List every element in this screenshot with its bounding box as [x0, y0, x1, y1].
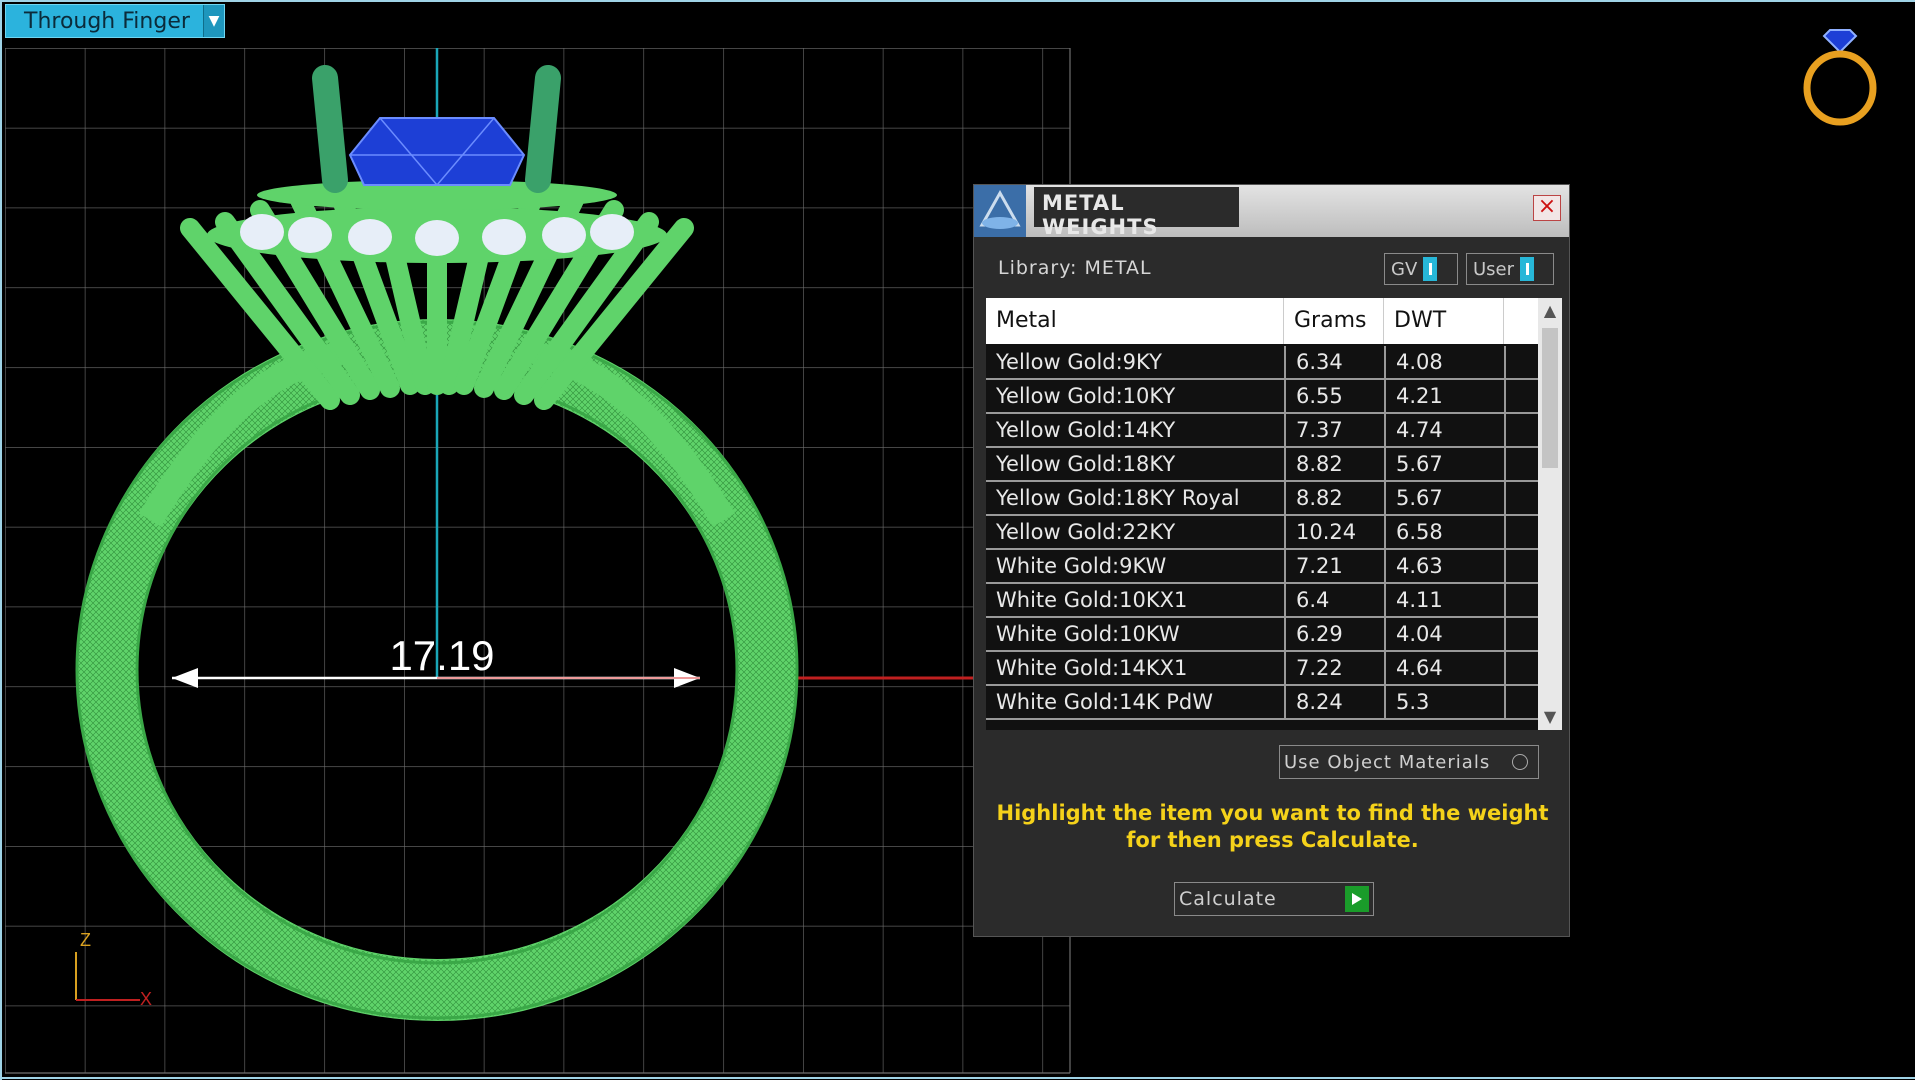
scrollbar-thumb[interactable] [1542, 328, 1558, 468]
cell-grams: 6.4 [1286, 584, 1386, 616]
cell-dwt: 4.64 [1386, 652, 1506, 684]
cell-metal: White Gold:9KW [986, 550, 1286, 582]
calculate-label: Calculate [1179, 888, 1277, 910]
table-row[interactable]: Yellow Gold:22KY 10.24 6.58 [986, 516, 1538, 550]
gv-toggle[interactable]: GV [1384, 253, 1458, 285]
cell-metal: Yellow Gold:22KY [986, 516, 1286, 548]
cell-grams: 6.29 [1286, 618, 1386, 650]
column-header-grams[interactable]: Grams [1284, 298, 1384, 344]
chevron-down-icon: ▼ [203, 5, 224, 37]
cell-metal: Yellow Gold:10KY [986, 380, 1286, 412]
cell-dwt: 5.67 [1386, 482, 1506, 514]
cell-grams: 8.24 [1286, 686, 1386, 718]
user-toggle[interactable]: User [1466, 253, 1554, 285]
table-row[interactable]: Yellow Gold:18KY 8.82 5.67 [986, 448, 1538, 482]
cell-metal: White Gold:14KX1 [986, 652, 1286, 684]
cell-dwt: 4.04 [1386, 618, 1506, 650]
play-icon [1345, 886, 1369, 912]
cell-grams: 8.82 [1286, 482, 1386, 514]
axis-x-label: X [140, 989, 152, 1009]
view-mode-dropdown[interactable]: Through Finger ▼ [5, 4, 225, 38]
table-row[interactable]: Yellow Gold:9KY 6.34 4.08 [986, 346, 1538, 380]
axis-z-label: Z [80, 930, 91, 950]
cell-metal: Yellow Gold:18KY [986, 448, 1286, 480]
dimension-value: 17.19 [389, 632, 494, 679]
table-row[interactable]: White Gold:9KW 7.21 4.63 [986, 550, 1538, 584]
cell-grams: 7.21 [1286, 550, 1386, 582]
table-row-partial[interactable] [986, 720, 1538, 730]
ring-icon[interactable] [1800, 22, 1880, 128]
calculate-button[interactable]: Calculate [1174, 882, 1374, 916]
cell-metal: Yellow Gold:18KY Royal [986, 482, 1286, 514]
table-row[interactable]: Yellow Gold:18KY Royal 8.82 5.67 [986, 482, 1538, 516]
view-mode-label: Through Finger [24, 8, 190, 34]
cell-dwt: 4.63 [1386, 550, 1506, 582]
table-body: Yellow Gold:9KY 6.34 4.08 Yellow Gold:10KY… [986, 346, 1538, 730]
cell-grams: 6.55 [1286, 380, 1386, 412]
cell-grams: 8.82 [1286, 448, 1386, 480]
column-header-metal[interactable]: Metal [986, 298, 1284, 344]
user-toggle-label: User [1473, 258, 1515, 280]
metal-weights-panel: METAL WEIGHTS × Library: METAL GV User M… [973, 184, 1570, 937]
cell-dwt: 5.3 [1386, 686, 1506, 718]
halo-stones [207, 180, 667, 263]
cell-metal: Yellow Gold:9KY [986, 346, 1286, 378]
panel-logo-icon [974, 185, 1026, 237]
cell-dwt: 4.11 [1386, 584, 1506, 616]
column-header-dwt[interactable]: DWT [1384, 298, 1504, 344]
cell-dwt: 5.67 [1386, 448, 1506, 480]
close-icon[interactable]: × [1533, 195, 1561, 221]
use-object-materials-option[interactable]: Use Object Materials [1279, 745, 1539, 779]
panel-header[interactable]: METAL WEIGHTS × [974, 185, 1569, 239]
metal-table[interactable]: Metal Grams DWT Yellow Gold:9KY 6.34 4.08 … [986, 298, 1562, 730]
chevron-up-icon[interactable]: ▲ [1538, 298, 1562, 324]
table-scrollbar[interactable]: ▲ ▼ [1538, 298, 1562, 730]
center-gemstone [348, 117, 526, 186]
table-row[interactable]: White Gold:14KX1 7.22 4.64 [986, 652, 1538, 686]
table-row[interactable]: White Gold:10KW 6.29 4.04 [986, 618, 1538, 652]
cell-metal: Yellow Gold:14KY [986, 414, 1286, 446]
cell-dwt: 4.08 [1386, 346, 1506, 378]
table-row[interactable]: Yellow Gold:10KY 6.55 4.21 [986, 380, 1538, 414]
ring-wireframe-scene: 17.19 Z X [5, 48, 1071, 1074]
cell-grams: 7.22 [1286, 652, 1386, 684]
table-row[interactable]: Yellow Gold:14KY 7.37 4.74 [986, 414, 1538, 448]
3d-viewport[interactable]: 17.19 Z X [0, 0, 1915, 1080]
radio-icon [1512, 754, 1528, 770]
cell-metal: White Gold:14K PdW [986, 686, 1286, 718]
toggle-knob-icon [1520, 257, 1535, 281]
cell-dwt: 6.58 [1386, 516, 1506, 548]
cell-grams: 6.34 [1286, 346, 1386, 378]
cell-grams: 7.37 [1286, 414, 1386, 446]
gv-toggle-label: GV [1391, 258, 1418, 280]
table-header: Metal Grams DWT [986, 298, 1538, 344]
table-row[interactable]: White Gold:10KX1 6.4 4.11 [986, 584, 1538, 618]
library-label: Library: METAL [998, 257, 1152, 279]
cell-grams: 10.24 [1286, 516, 1386, 548]
cell-metal: White Gold:10KW [986, 618, 1286, 650]
use-object-materials-label: Use Object Materials [1284, 751, 1491, 773]
chevron-down-icon[interactable]: ▼ [1538, 704, 1562, 730]
toggle-knob-icon [1423, 257, 1438, 281]
instruction-text: Highlight the item you want to find the … [996, 801, 1549, 852]
cell-dwt: 4.74 [1386, 414, 1506, 446]
panel-title: METAL WEIGHTS [1034, 187, 1239, 239]
cell-metal: White Gold:10KX1 [986, 584, 1286, 616]
cell-dwt: 4.21 [1386, 380, 1506, 412]
table-row[interactable]: White Gold:14K PdW 8.24 5.3 [986, 686, 1538, 720]
